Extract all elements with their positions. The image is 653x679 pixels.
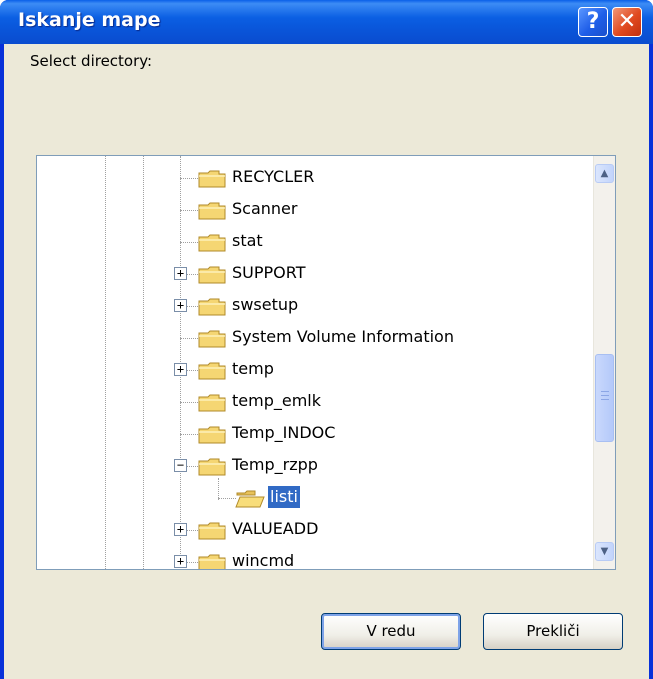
folder-icon [198, 234, 226, 252]
collapse-icon[interactable]: − [174, 459, 187, 472]
folder-icon [198, 362, 226, 380]
tree-item[interactable]: listi [37, 482, 597, 514]
folder-tree[interactable]: RECYCLER Scanner stat + SUPPORT + swsetup Syste… [36, 155, 616, 570]
tree-item[interactable]: + SUPPORT [37, 258, 597, 290]
folder-icon [198, 522, 226, 540]
tree-item-label: listi [268, 486, 300, 508]
tree-item[interactable]: temp_emlk [37, 386, 597, 418]
tree-item[interactable]: stat [37, 226, 597, 258]
grip-line [601, 391, 609, 392]
tree-item[interactable]: − Temp_rzpp [37, 450, 597, 482]
tree-item[interactable]: + swsetup [37, 290, 597, 322]
tree-item[interactable]: + VALUEADD [37, 514, 597, 546]
tree-connector [180, 210, 198, 211]
tree-item-label: stat [232, 231, 263, 250]
ok-button[interactable]: V redu [321, 613, 461, 650]
tree-item-label: temp [232, 359, 274, 378]
tree-item[interactable]: Temp_INDOC [37, 418, 597, 450]
expand-icon[interactable]: + [174, 299, 187, 312]
window-title: Iskanje mape [18, 9, 161, 31]
expand-icon[interactable]: + [174, 555, 187, 568]
tree-connector [218, 498, 236, 499]
title-bar[interactable]: Iskanje mape ? ✕ [0, 0, 653, 44]
folder-icon [198, 458, 226, 476]
tree-item-label: Scanner [232, 199, 298, 218]
tree-item-label: Temp_rzpp [232, 455, 318, 474]
tree-connector [180, 338, 198, 339]
folder-icon [198, 394, 226, 412]
open-folder-icon [235, 490, 265, 508]
folder-icon [198, 298, 226, 316]
expand-icon[interactable]: + [174, 523, 187, 536]
close-button[interactable]: ✕ [612, 7, 642, 37]
tree-item-label: wincmd [232, 551, 295, 570]
folder-icon [198, 170, 226, 188]
folder-icon [198, 330, 226, 348]
expand-icon[interactable]: + [174, 363, 187, 376]
tree-item-label: swsetup [232, 295, 299, 314]
tree-item[interactable]: Scanner [37, 194, 597, 226]
tree-item-label: System Volume Information [232, 327, 454, 346]
scroll-up-arrow-icon[interactable]: ▲ [595, 164, 614, 183]
dialog-window: Iskanje mape ? ✕ Select directory: RECYC… [0, 0, 653, 679]
folder-icon [198, 266, 226, 284]
folder-icon [198, 554, 226, 569]
tree-item[interactable]: + temp [37, 354, 597, 386]
grip-line [601, 395, 609, 396]
tree-item[interactable]: RECYCLER [37, 162, 597, 194]
help-button[interactable]: ? [578, 7, 608, 37]
tree-item-label: VALUEADD [232, 519, 319, 538]
folder-icon [198, 202, 226, 220]
expand-icon[interactable]: + [174, 267, 187, 280]
tree-item[interactable]: System Volume Information [37, 322, 597, 354]
tree-connector [180, 402, 198, 403]
tree-connector [180, 242, 198, 243]
scrollbar-thumb[interactable] [595, 354, 614, 442]
tree-item-label: Temp_INDOC [232, 423, 336, 442]
folder-icon [198, 426, 226, 444]
tree-item-label: SUPPORT [232, 263, 306, 282]
tree-connector [180, 434, 198, 435]
vertical-scrollbar[interactable]: ▲ ▼ [593, 156, 615, 569]
select-directory-label: Select directory: [30, 52, 153, 70]
cancel-button[interactable]: Prekliči [483, 613, 623, 650]
tree-connector [180, 178, 198, 179]
tree-item[interactable]: + wincmd [37, 546, 597, 570]
tree-item-label: temp_emlk [232, 391, 321, 410]
grip-line [601, 399, 609, 400]
tree-item-label: RECYCLER [232, 167, 315, 186]
scroll-down-arrow-icon[interactable]: ▼ [595, 542, 614, 561]
